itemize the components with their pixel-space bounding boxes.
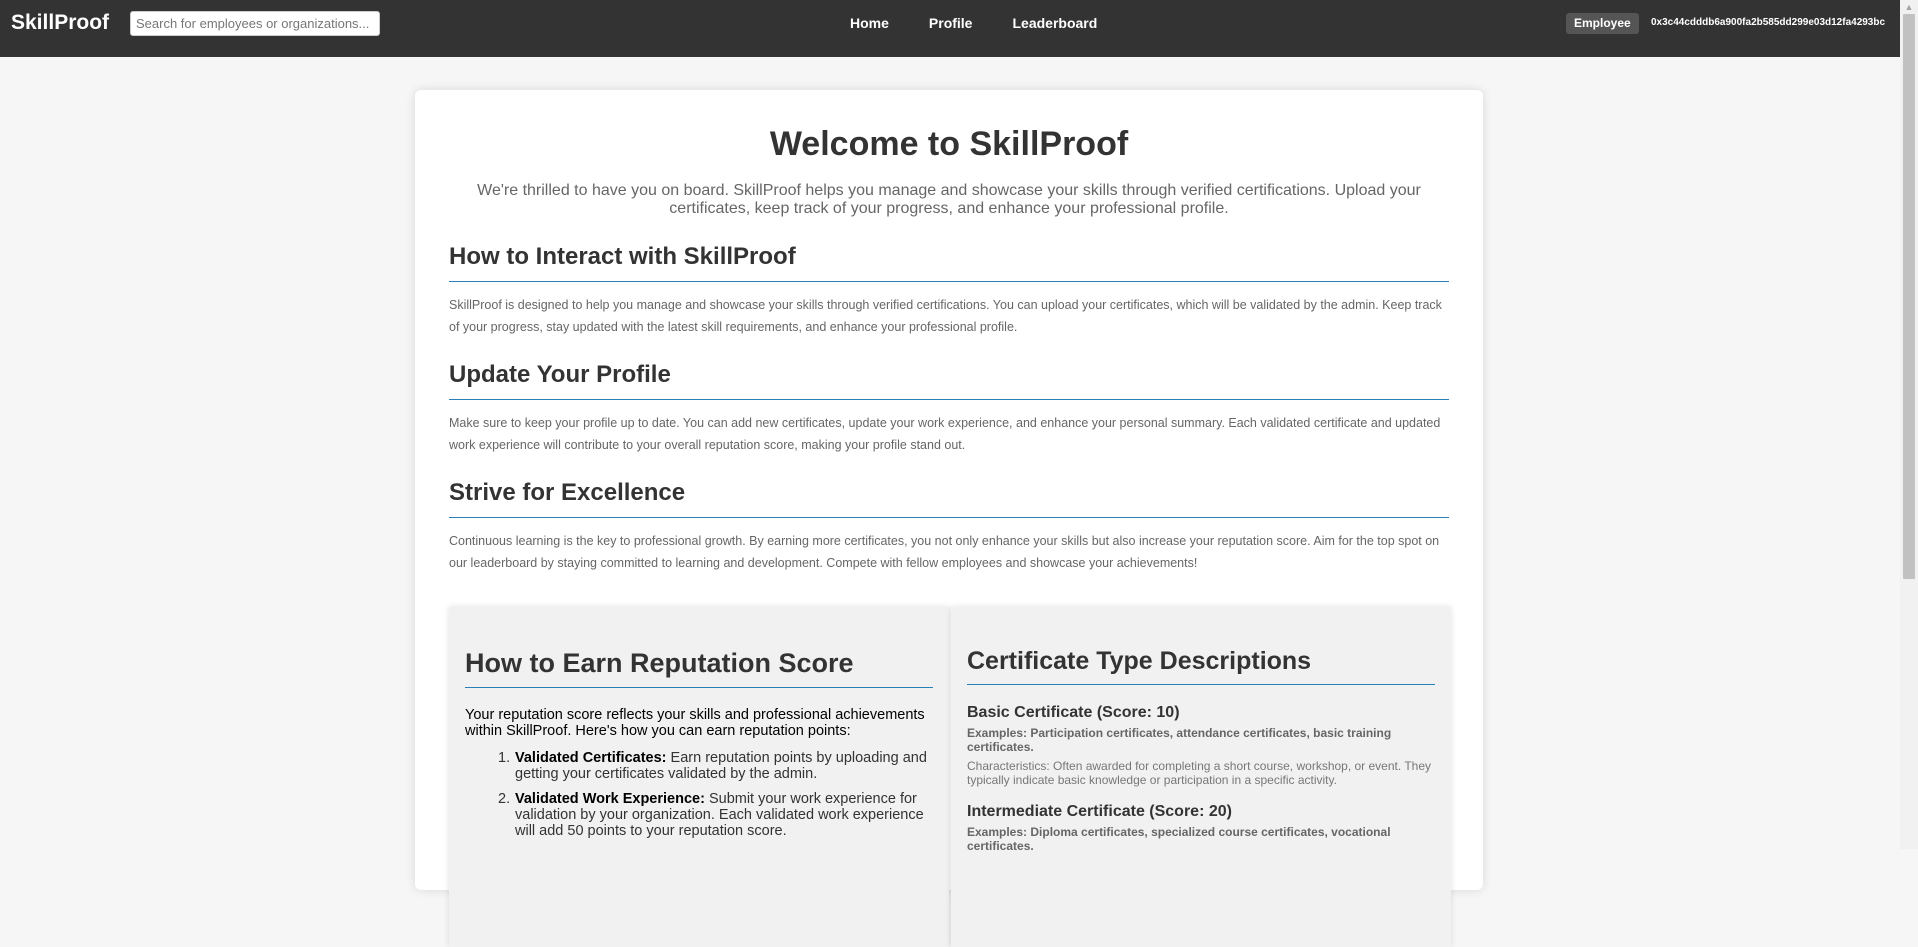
- list-item: 1. Validated Certificates: Earn reputati…: [498, 750, 927, 782]
- certificate-name: Intermediate Certificate (Score: 20): [967, 803, 1232, 820]
- page-scrollbar[interactable]: ▲: [1900, 0, 1918, 849]
- nav-links: Home Profile Leaderboard: [850, 15, 1097, 31]
- section-heading-interact: How to Interact with SkillProof: [449, 243, 1449, 282]
- section-text-interact: SkillProof is designed to help you manag…: [449, 298, 1442, 334]
- nav-link-profile[interactable]: Profile: [929, 15, 973, 31]
- section-text-profile: Make sure to keep your profile up to dat…: [449, 416, 1441, 452]
- certificate-characteristics: Characteristics: Often awarded for compl…: [967, 759, 1431, 787]
- reputation-card-title: How to Earn Reputation Score: [465, 648, 933, 688]
- wallet-address: 0x3c44cdddb6a900fa2b585dd299e03d12fa4293…: [1651, 17, 1886, 28]
- nav-link-home[interactable]: Home: [850, 15, 889, 31]
- certificate-examples: Examples: Participation certificates, at…: [967, 726, 1392, 754]
- nav-link-leaderboard[interactable]: Leaderboard: [1012, 15, 1097, 31]
- section-heading-profile: Update Your Profile: [449, 361, 1449, 400]
- scroll-up-arrow-icon[interactable]: ▲: [1900, 0, 1918, 14]
- brand-logo[interactable]: SkillProof: [11, 11, 109, 35]
- certificate-type-intermediate: Intermediate Certificate (Score: 20) Exa…: [967, 803, 1437, 858]
- main-content: Welcome to SkillProof We're thrilled to …: [415, 90, 1483, 947]
- page-title: Welcome to SkillProof: [769, 125, 1129, 163]
- section-text-excellence: Continuous learning is the key to profes…: [449, 534, 1440, 570]
- role-badge: Employee: [1566, 13, 1639, 34]
- list-item: 2. Validated Work Experience: Submit you…: [498, 791, 924, 839]
- reputation-list: 1. Validated Certificates: Earn reputati…: [498, 750, 935, 848]
- section-heading-excellence: Strive for Excellence: [449, 479, 1449, 518]
- certificate-type-basic: Basic Certificate (Score: 10) Examples: …: [967, 704, 1437, 787]
- certificate-name: Basic Certificate (Score: 10): [967, 704, 1180, 721]
- search-input[interactable]: [130, 11, 380, 36]
- reputation-card: How to Earn Reputation Score Your reputa…: [449, 607, 949, 947]
- scrollbar-thumb[interactable]: [1903, 14, 1915, 579]
- reputation-intro: Your reputation score reflects your skil…: [465, 707, 925, 739]
- certificate-types-title: Certificate Type Descriptions: [967, 647, 1435, 685]
- certificate-types-card: Certificate Type Descriptions Basic Cert…: [951, 607, 1451, 947]
- welcome-text: We're thrilled to have you on board. Ski…: [477, 182, 1421, 217]
- navbar: SkillProof Home Profile Leaderboard Empl…: [0, 0, 1900, 57]
